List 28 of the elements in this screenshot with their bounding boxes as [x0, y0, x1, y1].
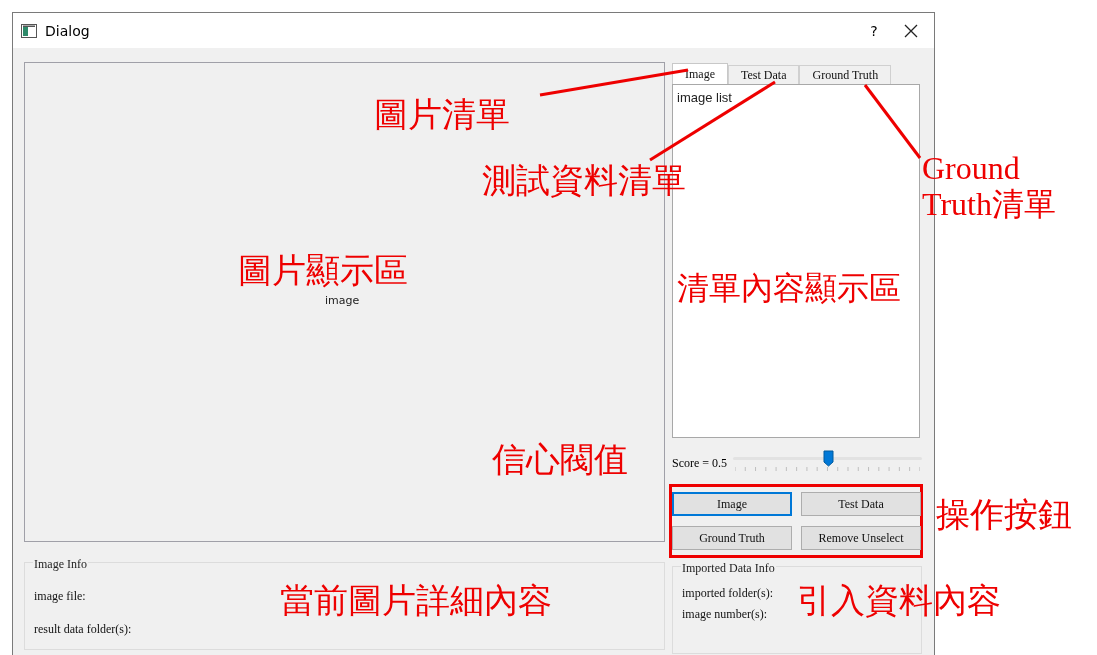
help-button[interactable]: ? [851, 22, 897, 39]
info-label: result data folder(s): [34, 622, 133, 637]
slider-thumb[interactable] [822, 450, 834, 467]
score-label: Score = 0.5 [672, 455, 728, 471]
info-label: image number(s): [682, 607, 768, 622]
annotation-label: Ground Truth清單 [922, 150, 1057, 222]
annotation-label: 清單內容顯示區 [677, 268, 901, 308]
group-title: Imported Data Info [681, 560, 776, 576]
annotation-label: 操作按鈕 [936, 494, 1072, 534]
tab[interactable]: Ground Truth [799, 65, 892, 84]
group-title: Image Info [33, 556, 88, 572]
info-label: imported folder(s): [682, 586, 774, 601]
annotation-label: 當前圖片詳細內容 [280, 580, 552, 620]
action-button[interactable]: Remove Unselect [801, 526, 921, 550]
action-button[interactable]: Test Data [801, 492, 921, 516]
annotation-label: 圖片顯示區 [238, 250, 408, 290]
close-icon[interactable] [903, 22, 919, 39]
window-icon [21, 23, 37, 38]
action-button[interactable]: Ground Truth [672, 526, 792, 550]
annotation-label: 信心閥值 [492, 439, 628, 479]
tab[interactable]: Test Data [728, 65, 800, 84]
list-text: image list [677, 90, 732, 105]
window-title: Dialog [45, 22, 91, 39]
action-button[interactable]: Image [672, 492, 792, 516]
annotation-label: 圖片清單 [374, 94, 510, 134]
image-label: image [325, 294, 360, 307]
tab[interactable]: Image [672, 63, 728, 84]
annotation-label: 引入資料內容 [797, 580, 1001, 620]
